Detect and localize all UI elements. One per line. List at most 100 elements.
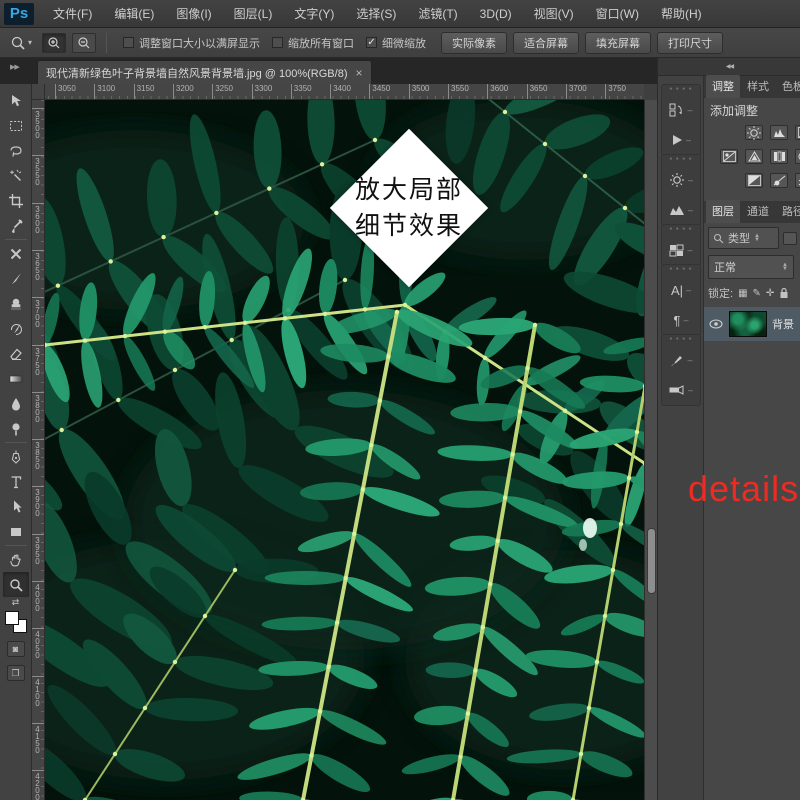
group-grip[interactable]: ● ● ● ● [662, 85, 700, 95]
actions-panel-button[interactable]: – [662, 125, 700, 155]
magic-wand-tool[interactable] [3, 163, 29, 188]
gradient-tool[interactable] [3, 366, 29, 391]
zoom-in-button[interactable] [42, 32, 67, 53]
option-checkbox-0[interactable]: 调整窗口大小以满屏显示 [123, 35, 260, 51]
quick-mask-button[interactable]: ◙ [6, 641, 25, 657]
color-balance-adjustment-button[interactable] [795, 149, 800, 164]
levels-adjustment-button[interactable] [770, 125, 788, 140]
menu-item-1[interactable]: 编辑(E) [103, 0, 165, 28]
dropdown-caret-icon: ▾ [28, 38, 33, 47]
group-grip[interactable]: ● ● ● ● [662, 265, 700, 275]
pen-tool[interactable] [3, 444, 29, 469]
collapse-panels-icon[interactable]: ◀◀ [658, 58, 800, 76]
photo-filter-adjustment-button[interactable] [770, 173, 788, 188]
adjustments-tab-调整[interactable]: 调整 [706, 75, 740, 98]
menu-item-3[interactable]: 图层(L) [223, 0, 284, 28]
lock-position-icon[interactable]: ✛ [766, 288, 774, 299]
screen-mode-button[interactable]: ❐ [6, 665, 25, 681]
option-checkbox-1[interactable]: 缩放所有窗口 [272, 35, 354, 51]
group-grip[interactable]: ● ● ● ● [662, 335, 700, 345]
zoom-tool-preset[interactable]: ▾ [6, 35, 36, 51]
brush-tool[interactable] [3, 266, 29, 291]
blur-tool[interactable] [3, 391, 29, 416]
group-grip[interactable]: ● ● ● ● [662, 155, 700, 165]
channel-mixer-adjustment-button[interactable] [795, 173, 800, 188]
menu-item-9[interactable]: 窗口(W) [585, 0, 650, 28]
menu-item-2[interactable]: 图像(I) [165, 0, 222, 28]
checkbox-icon[interactable] [123, 37, 135, 48]
filter-toggle-button[interactable] [783, 231, 797, 245]
options-button-1[interactable]: 适合屏幕 [513, 31, 580, 54]
checkbox-icon[interactable] [272, 37, 284, 48]
adjustments-tab-样式[interactable]: 样式 [741, 75, 775, 98]
move-tool[interactable] [3, 88, 29, 113]
hue-saturation-adjustment-button[interactable] [770, 149, 788, 164]
eyedropper-tool[interactable] [3, 213, 29, 238]
options-button-0[interactable]: 实际像素 [441, 31, 508, 54]
zoom-tool[interactable] [2, 572, 29, 597]
brushes-panel-button[interactable]: – [662, 375, 700, 405]
marquee-tool[interactable] [3, 113, 29, 138]
adjustments-panel-button[interactable]: – [662, 165, 700, 195]
adjustments-tab-色板[interactable]: 色板 [776, 75, 800, 98]
clone-source-panel-button[interactable]: – [662, 95, 700, 125]
layers-tab-图层[interactable]: 图层 [706, 200, 740, 223]
group-grip[interactable]: ● ● ● ● [662, 225, 700, 235]
layer-row-background[interactable]: 背景 [704, 307, 800, 341]
character-panel-button[interactable]: A| – [662, 275, 700, 305]
zoom-out-button[interactable] [72, 32, 97, 53]
lock-all-icon[interactable] [779, 287, 789, 299]
vibrance-adjustment-button[interactable] [745, 149, 763, 164]
menu-item-10[interactable]: 帮助(H) [650, 0, 713, 28]
vertical-scrollbar[interactable] [644, 100, 657, 800]
histogram-panel-button[interactable]: – [662, 195, 700, 225]
crop-tool[interactable] [3, 188, 29, 213]
menu-item-8[interactable]: 视图(V) [523, 0, 585, 28]
dodge-tool[interactable] [3, 416, 29, 441]
close-tab-icon[interactable]: × [355, 66, 362, 80]
scrollbar-thumb[interactable] [647, 528, 656, 594]
options-button-2[interactable]: 填充屏幕 [585, 31, 652, 54]
menu-item-4[interactable]: 文字(Y) [283, 0, 345, 28]
options-button-3[interactable]: 打印尺寸 [657, 31, 724, 54]
exposure-adjustment-button[interactable] [720, 149, 738, 164]
clone-stamp-tool[interactable] [3, 291, 29, 316]
lock-pixels-icon[interactable]: ✎ [753, 288, 761, 299]
menu-item-7[interactable]: 3D(D) [469, 0, 523, 28]
rectangle-tool[interactable] [3, 519, 29, 544]
layer-visibility-icon[interactable] [708, 317, 724, 331]
lasso-tool[interactable] [3, 138, 29, 163]
right-dock: ◀◀ ● ● ● ● – – ● ● ● ● – – ● ● ● ● – ● ● ● ● A| – ¶… [657, 58, 800, 800]
layers-tab-路径[interactable]: 路径 [776, 200, 800, 223]
layer-thumbnail[interactable] [729, 311, 767, 337]
lock-transparency-icon[interactable]: ▦ [738, 288, 747, 299]
expand-panels-icon[interactable]: ▶▶ [10, 63, 20, 71]
eraser-tool[interactable] [3, 341, 29, 366]
color-swatches[interactable] [4, 611, 27, 633]
layer-filter-select[interactable]: 类型 ▲ ▼ [708, 227, 779, 249]
document-tab[interactable]: 现代清新绿色叶子背景墙自然风景背景墙.jpg @ 100%(RGB/8) × [37, 60, 372, 84]
option-checkbox-2[interactable]: ✓ 细微缩放 [366, 35, 426, 51]
canvas[interactable]: 放大局部 细节效果 [45, 100, 644, 800]
blend-mode-select[interactable]: 正常 ▲ ▼ [708, 255, 794, 279]
panel-dash-icon: – [685, 135, 691, 145]
brush-presets-panel-button[interactable]: – [662, 345, 700, 375]
swatches-panel-button[interactable]: – [662, 235, 700, 265]
swap-colors-icon[interactable]: ⇄ [12, 597, 20, 609]
curves-adjustment-button[interactable] [795, 125, 800, 140]
path-select-tool[interactable] [3, 494, 29, 519]
menu-item-0[interactable]: 文件(F) [42, 0, 103, 28]
type-tool[interactable] [3, 469, 29, 494]
menu-item-6[interactable]: 滤镜(T) [407, 0, 468, 28]
layers-tab-通道[interactable]: 通道 [741, 200, 775, 223]
healing-brush-tool[interactable] [3, 241, 29, 266]
brightness-adjustment-button[interactable] [745, 125, 763, 140]
paragraph-panel-button[interactable]: ¶ – [662, 305, 700, 335]
menu-item-5[interactable]: 选择(S) [345, 0, 407, 28]
history-brush-tool[interactable] [3, 316, 29, 341]
checkbox-icon[interactable]: ✓ [366, 37, 378, 48]
black-white-adjustment-button[interactable] [745, 173, 763, 188]
foreground-color-swatch[interactable] [4, 611, 19, 625]
search-icon [713, 233, 724, 243]
hand-tool[interactable] [3, 547, 29, 572]
